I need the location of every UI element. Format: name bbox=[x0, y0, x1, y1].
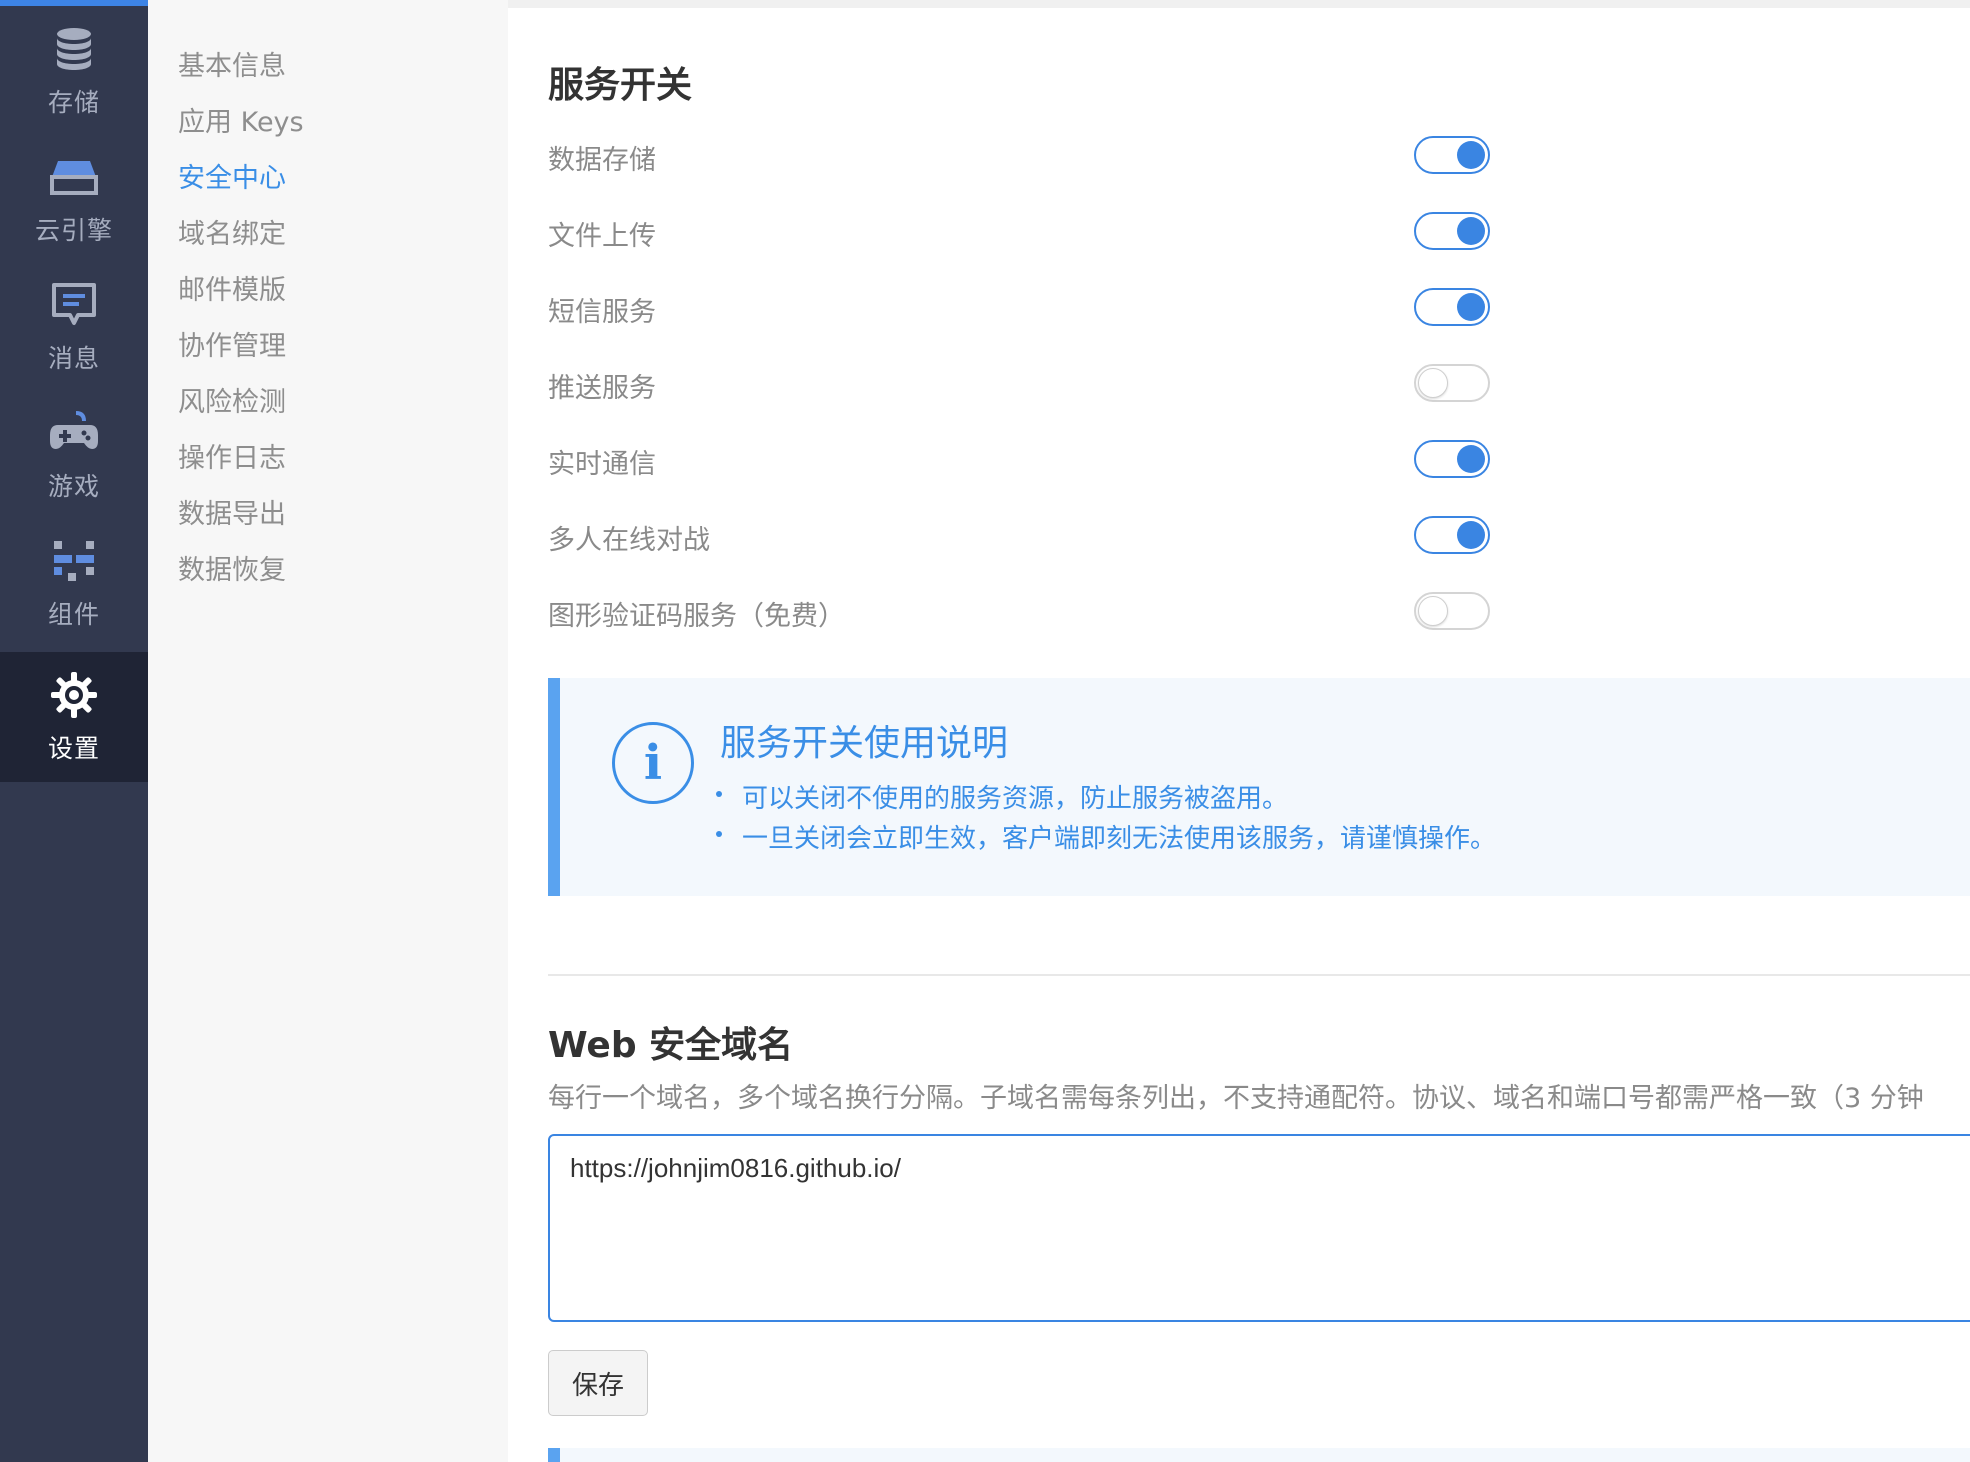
web-domains-textarea[interactable]: https://johnjim0816.github.io/ bbox=[548, 1134, 1970, 1322]
service-info-box: i 服务开关使用说明 可以关闭不使用的服务资源，防止服务被盗用。 一旦关闭会立即… bbox=[548, 678, 1970, 896]
toggle-knob bbox=[1418, 596, 1448, 626]
rail-label: 云引擎 bbox=[34, 216, 113, 245]
main-nav-rail: 存储 云引擎 消息 游戏 组件 设置 bbox=[0, 0, 148, 1462]
service-label: 多人在线对战 bbox=[548, 525, 710, 556]
info-line: 可以关闭不使用的服务资源，防止服务被盗用。 bbox=[716, 778, 1289, 815]
subnav-item-operation-log[interactable]: 操作日志 bbox=[178, 436, 286, 475]
save-button[interactable]: 保存 bbox=[548, 1350, 648, 1416]
next-section-info-box bbox=[548, 1448, 1970, 1462]
settings-subnav: 基本信息 应用 Keys 安全中心 域名绑定 邮件模版 协作管理 风险检测 操作… bbox=[148, 0, 508, 1462]
service-label: 短信服务 bbox=[548, 297, 656, 328]
subnav-item-data-restore[interactable]: 数据恢复 bbox=[178, 548, 286, 587]
bullet bbox=[716, 831, 722, 837]
info-icon: i bbox=[612, 722, 694, 804]
subnav-item-email-templates[interactable]: 邮件模版 bbox=[178, 268, 286, 307]
service-label: 文件上传 bbox=[548, 221, 656, 252]
service-label: 数据存储 bbox=[548, 145, 656, 176]
rail-label: 存储 bbox=[47, 88, 100, 117]
service-label: 图形验证码服务（免费） bbox=[548, 601, 845, 632]
info-line-text: 可以关闭不使用的服务资源，防止服务被盗用。 bbox=[742, 784, 1289, 814]
components-icon bbox=[54, 541, 94, 581]
info-line-text: 一旦关闭会立即生效，客户端即刻无法使用该服务，请谨慎操作。 bbox=[742, 824, 1497, 854]
services-title: 服务开关 bbox=[548, 65, 693, 106]
rail-item-games[interactable]: 游戏 bbox=[0, 390, 148, 520]
toggle-multiplayer[interactable] bbox=[1414, 516, 1490, 554]
rail-label: 消息 bbox=[47, 344, 100, 373]
rail-item-cloud-engine[interactable]: 云引擎 bbox=[0, 134, 148, 264]
message-icon bbox=[52, 283, 96, 325]
database-icon bbox=[57, 28, 91, 70]
rail-label: 游戏 bbox=[47, 472, 100, 501]
rail-item-components[interactable]: 组件 bbox=[0, 518, 148, 648]
subnav-item-domain-binding[interactable]: 域名绑定 bbox=[178, 212, 286, 251]
top-bar bbox=[508, 0, 1970, 8]
toggle-realtime[interactable] bbox=[1414, 440, 1490, 478]
rail-item-settings[interactable]: 设置 bbox=[0, 652, 148, 782]
toggle-captcha[interactable] bbox=[1414, 592, 1490, 630]
rail-label: 组件 bbox=[47, 600, 100, 629]
rail-item-storage[interactable]: 存储 bbox=[0, 6, 148, 136]
rail-label: 设置 bbox=[47, 734, 100, 763]
toggle-knob bbox=[1457, 217, 1485, 245]
toggle-knob bbox=[1457, 445, 1485, 473]
service-label: 实时通信 bbox=[548, 449, 656, 480]
subnav-item-collaboration[interactable]: 协作管理 bbox=[178, 324, 286, 363]
subnav-item-basic-info[interactable]: 基本信息 bbox=[178, 44, 286, 83]
web-domains-description: 每行一个域名，多个域名换行分隔。子域名需每条列出，不支持通配符。协议、域名和端口… bbox=[548, 1083, 1924, 1114]
server-icon bbox=[50, 161, 98, 195]
toggle-data-storage[interactable] bbox=[1414, 136, 1490, 174]
subnav-item-security-center[interactable]: 安全中心 bbox=[178, 156, 286, 195]
toggle-knob bbox=[1418, 368, 1448, 398]
main-content: 服务开关 数据存储 文件上传 短信服务 推送服务 实时通信 多人在线对战 图形验… bbox=[508, 0, 1970, 1462]
toggle-knob bbox=[1457, 521, 1485, 549]
info-title: 服务开关使用说明 bbox=[720, 723, 1009, 764]
section-divider bbox=[548, 974, 1970, 976]
toggle-knob bbox=[1457, 141, 1485, 169]
toggle-push[interactable] bbox=[1414, 364, 1490, 402]
bullet bbox=[716, 791, 722, 797]
gear-icon bbox=[51, 672, 97, 718]
toggle-file-upload[interactable] bbox=[1414, 212, 1490, 250]
rail-item-messages[interactable]: 消息 bbox=[0, 262, 148, 392]
info-line: 一旦关闭会立即生效，客户端即刻无法使用该服务，请谨慎操作。 bbox=[716, 818, 1497, 855]
subnav-item-risk-detection[interactable]: 风险检测 bbox=[178, 380, 286, 419]
gamepad-icon bbox=[50, 411, 98, 449]
subnav-item-app-keys[interactable]: 应用 Keys bbox=[178, 100, 304, 139]
subnav-item-data-export[interactable]: 数据导出 bbox=[178, 492, 286, 531]
toggle-sms[interactable] bbox=[1414, 288, 1490, 326]
web-domains-title: Web 安全域名 bbox=[548, 1025, 794, 1066]
toggle-knob bbox=[1457, 293, 1485, 321]
service-label: 推送服务 bbox=[548, 373, 656, 404]
